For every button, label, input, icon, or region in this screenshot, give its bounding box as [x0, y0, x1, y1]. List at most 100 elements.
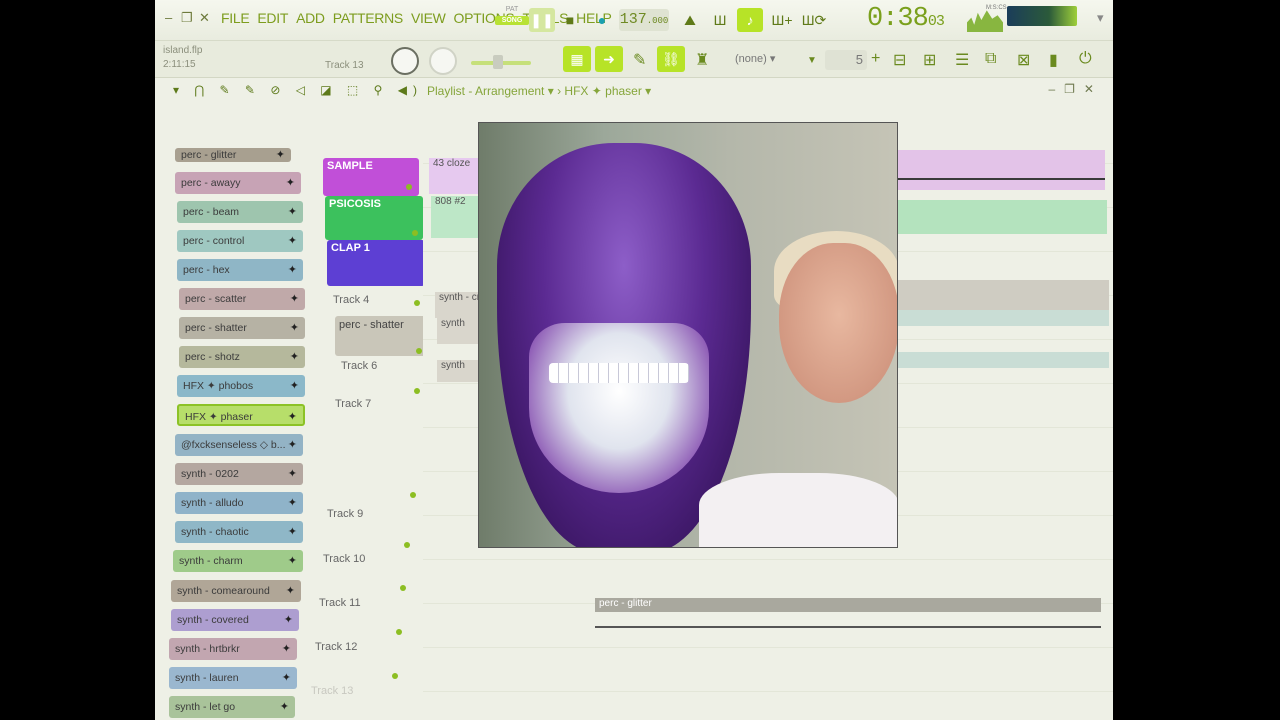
pattern-item[interactable]: synth - hrtbrkr ✦	[169, 638, 297, 660]
record-icon[interactable]: ●	[589, 8, 615, 32]
track-mute-dot[interactable]	[414, 300, 420, 306]
pat-song-toggle[interactable]: PAT SONG	[495, 6, 529, 34]
plus-icon[interactable]: +	[871, 50, 880, 68]
song-info: island.flp 2:11:15	[163, 44, 202, 72]
pattern-item[interactable]: perc - shotz ✦	[179, 346, 305, 368]
clip-track4-right[interactable]	[897, 280, 1109, 310]
track-header-7[interactable]: Track 7	[335, 398, 371, 410]
pat-label: PAT	[505, 6, 519, 13]
tempo-display[interactable]: 137.000	[619, 9, 669, 31]
track-header-11[interactable]: Track 11	[319, 597, 361, 609]
clip-shatter-right[interactable]	[897, 310, 1109, 326]
pencil-icon[interactable]: ✎	[633, 50, 646, 70]
clip-waveform	[595, 626, 1101, 628]
playlist-window-controls[interactable]: –❐✕	[1049, 82, 1104, 96]
pattern-item[interactable]: synth - 0202 ✦	[175, 463, 303, 485]
pattern-item[interactable]: perc - glitter ✦	[175, 148, 291, 162]
pattern-item[interactable]: HFX ✦ phobos ✦	[177, 375, 305, 397]
track-mute-dot[interactable]	[404, 542, 410, 548]
pause-icon[interactable]: ❚❚	[529, 8, 555, 32]
track-mute-dot[interactable]	[396, 629, 402, 635]
pattern-item[interactable]: synth - covered ✦	[171, 609, 299, 631]
clip-psicosis-right[interactable]	[897, 200, 1107, 234]
track-header-10[interactable]: Track 10	[323, 553, 365, 565]
clip-sample-right[interactable]	[897, 150, 1105, 190]
track-mute-dot[interactable]	[412, 230, 418, 236]
track-header-9[interactable]: Track 9	[327, 508, 363, 520]
cpu-meter	[967, 10, 1003, 32]
secondary-toolbar: island.flp 2:11:15 Track 13 ▦ ➜ ✎ ⛓ ♜ (n…	[155, 41, 1113, 78]
track-mute-dot[interactable]	[400, 585, 406, 591]
track-mute-dot[interactable]	[406, 184, 412, 190]
channel-rack-icon[interactable]: ⊞	[923, 50, 936, 70]
track-header-perc-shatter[interactable]: perc - shatter	[335, 316, 427, 356]
track-mute-dot[interactable]	[416, 348, 422, 354]
clip-perc-glitter[interactable]: perc - glitter	[595, 598, 1101, 612]
step-value-box[interactable]: 5	[825, 50, 867, 70]
track-header-13[interactable]: Track 13	[311, 685, 353, 697]
track-header-6[interactable]: Track 6	[341, 360, 377, 372]
metronome-icon[interactable]: ⛰	[677, 8, 703, 32]
song-time-display[interactable]: 0:3803	[867, 4, 945, 34]
step-edit-icon[interactable]: Ш+	[769, 8, 795, 32]
menu-add[interactable]: ADD	[296, 10, 325, 26]
pattern-item[interactable]: synth - lauren ✦	[169, 667, 297, 689]
track-mute-dot[interactable]	[410, 492, 416, 498]
pattern-item[interactable]: perc - scatter ✦	[179, 288, 305, 310]
browser-icon[interactable]: ☰	[955, 50, 969, 70]
clip-psicosis[interactable]: 808 #2	[431, 196, 483, 238]
chevron-down-icon[interactable]: ▾	[1097, 10, 1104, 26]
pattern-item[interactable]: perc - shatter ✦	[179, 317, 305, 339]
clip-sample[interactable]: 43 cloze	[429, 158, 481, 194]
track-header-clap[interactable]: CLAP 1	[327, 240, 425, 286]
file-icon[interactable]: ▮	[1049, 50, 1058, 70]
track-header-psicosis[interactable]: PSICOSIS	[325, 196, 423, 240]
track-header-12[interactable]: Track 12	[315, 641, 357, 653]
wait-input-icon[interactable]: Ш	[707, 8, 733, 32]
close-icon[interactable]: ✕	[199, 10, 210, 26]
restore-icon[interactable]: ❐	[181, 10, 193, 26]
pattern-item[interactable]: perc - hex ✦	[177, 259, 303, 281]
pattern-item[interactable]: synth - comearound ✦	[171, 580, 301, 602]
plug-icon[interactable]: ⏻	[1079, 50, 1092, 68]
link-icon[interactable]: ⛓	[657, 46, 685, 72]
plugin-icon[interactable]: ⊠	[1017, 50, 1030, 70]
pattern-item[interactable]: synth - alludo ✦	[175, 492, 303, 514]
clip-track6-right[interactable]	[897, 352, 1109, 368]
pattern-item[interactable]: perc - beam ✦	[177, 201, 303, 223]
track-header-4[interactable]: Track 4	[333, 294, 369, 306]
song-length: 2:11:15	[163, 59, 196, 70]
pattern-item[interactable]: perc - awayy ✦	[175, 172, 301, 194]
master-pitch-knob[interactable]	[429, 47, 457, 75]
pattern-item-selected[interactable]: HFX ✦ phaser ✦	[177, 404, 305, 426]
playlist-breadcrumb[interactable]: Playlist - Arrangement ▾ › HFX ✦ phaser …	[427, 84, 651, 98]
pattern-item[interactable]: synth - let go ✦	[169, 696, 295, 718]
stop-icon[interactable]: ■	[557, 8, 583, 32]
tempo-value: 137	[619, 11, 647, 28]
menu-view[interactable]: VIEW	[411, 10, 446, 26]
snap-select[interactable]: (none) ▾	[735, 50, 799, 68]
song-filename: island.flp	[163, 45, 203, 56]
track-mute-dot[interactable]	[414, 388, 420, 394]
piano-roll-icon[interactable]: ▦	[563, 46, 591, 72]
pattern-item[interactable]: synth - chaotic ✦	[175, 521, 303, 543]
menu-edit[interactable]: EDIT	[257, 10, 288, 26]
track-header-sample[interactable]: SAMPLE	[323, 158, 419, 196]
stamp-icon[interactable]: ♜	[695, 50, 709, 70]
mixer-icon[interactable]: ⧉	[985, 50, 996, 68]
menu-patterns[interactable]: PATTERNS	[333, 10, 404, 26]
master-slider[interactable]	[471, 55, 531, 69]
pattern-item[interactable]: synth - charm ✦	[173, 550, 303, 572]
track-mute-dot[interactable]	[392, 673, 398, 679]
playlist-icon[interactable]: ⊟	[893, 50, 906, 70]
menu-file[interactable]: FILE	[221, 10, 250, 26]
loop-record-icon[interactable]: Ш⟳	[801, 8, 827, 32]
pattern-item[interactable]: perc - control ✦	[177, 230, 303, 252]
countdown-icon[interactable]: ♪	[737, 8, 763, 32]
chevron-down-icon[interactable]: ▼	[807, 55, 817, 66]
minimize-icon[interactable]: –	[165, 10, 172, 25]
arrow-right-icon[interactable]: ➜	[595, 46, 623, 72]
mask-mouth-image	[529, 323, 709, 493]
master-volume-knob[interactable]	[391, 47, 419, 75]
pattern-item[interactable]: @fxcksenseless ◇ b... ✦	[175, 434, 303, 456]
